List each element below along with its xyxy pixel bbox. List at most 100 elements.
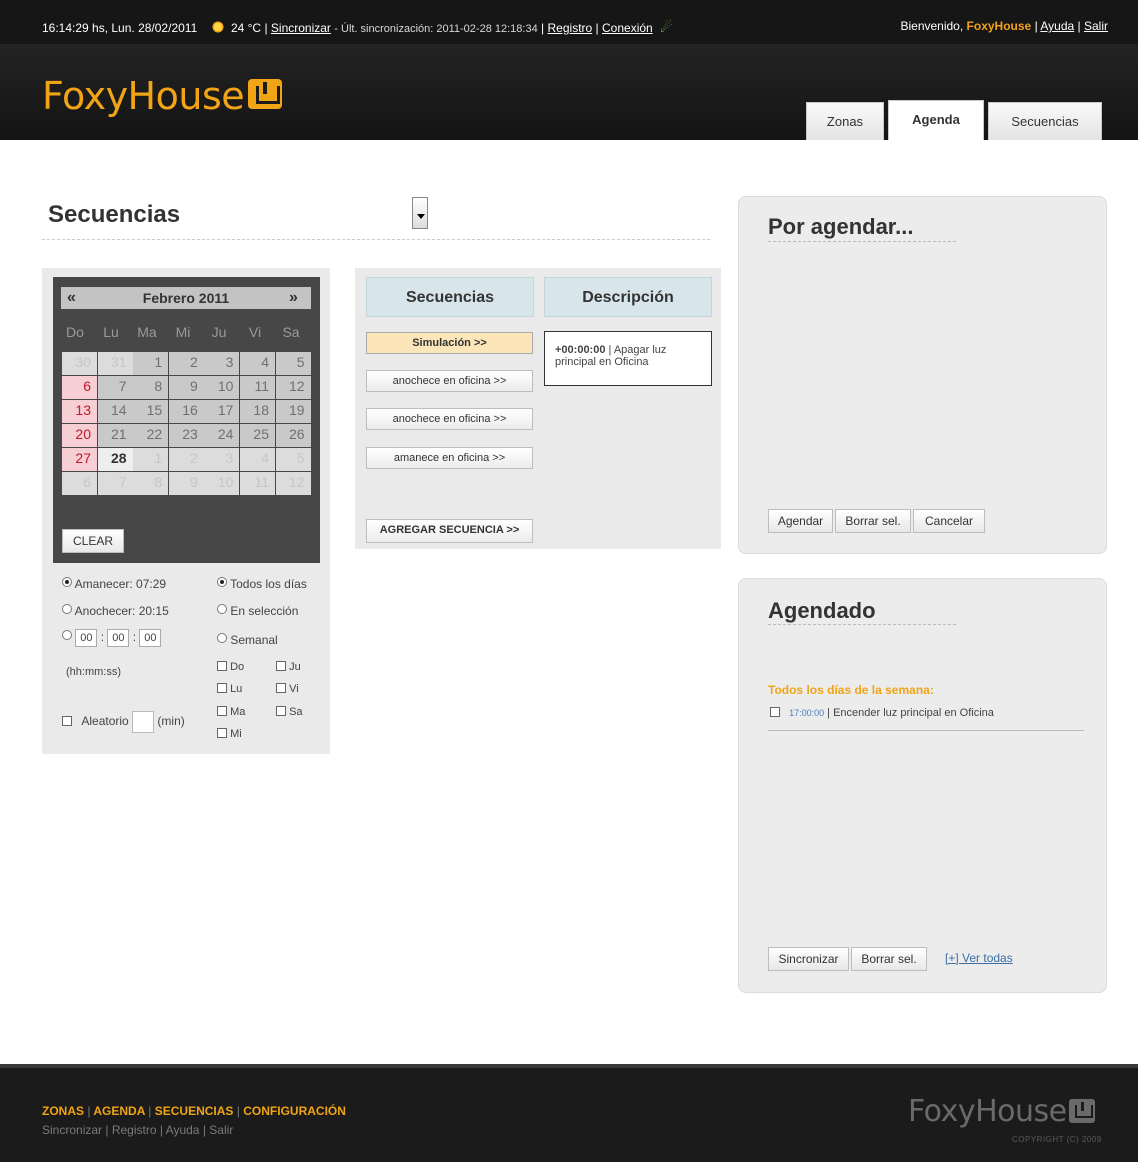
radio-icon[interactable] xyxy=(62,577,72,587)
calendar-day[interactable]: 16 xyxy=(168,400,204,423)
option-en-seleccion[interactable]: En selección xyxy=(217,604,298,618)
checkbox-icon[interactable] xyxy=(217,706,227,716)
option-amanecer[interactable]: Amanecer: 07:29 xyxy=(62,577,166,591)
sequence-anochece-1[interactable]: anochece en oficina >> xyxy=(366,370,533,392)
section-select[interactable]: Secuencias xyxy=(42,195,428,233)
calendar-day[interactable]: 19 xyxy=(275,400,311,423)
option-semanal[interactable]: Semanal xyxy=(217,633,278,647)
calendar-day[interactable]: 2 xyxy=(168,352,204,375)
calendar-day[interactable]: 28 xyxy=(97,448,133,471)
sequence-simulacion[interactable]: Simulación >> xyxy=(366,332,533,354)
option-custom-time[interactable]: 00 : 00 : 00 xyxy=(62,629,162,647)
option-aleatorio[interactable]: Aleatorio (min) xyxy=(62,711,185,733)
calendar-day[interactable]: 4 xyxy=(240,352,275,375)
calendar-day[interactable]: 12 xyxy=(275,472,311,495)
sincronizar-button[interactable]: Sincronizar xyxy=(768,947,849,971)
day-check-lu[interactable]: Lu xyxy=(217,683,242,695)
checkbox-icon[interactable] xyxy=(62,716,72,727)
radio-icon[interactable] xyxy=(62,630,72,641)
calendar-day[interactable]: 30 xyxy=(62,352,97,375)
next-month-icon[interactable]: » xyxy=(289,289,298,307)
option-todos-los-dias[interactable]: Todos los días xyxy=(217,577,307,591)
footer-link-secuencias[interactable]: SECUENCIAS xyxy=(155,1104,234,1118)
radio-icon[interactable] xyxy=(217,633,227,643)
calendar-day[interactable]: 1 xyxy=(133,352,169,375)
calendar-day[interactable]: 7 xyxy=(97,472,133,495)
tab-zonas[interactable]: Zonas xyxy=(806,102,884,140)
checkbox-icon[interactable] xyxy=(217,661,227,671)
calendar-day[interactable]: 13 xyxy=(62,400,97,423)
calendar-day[interactable]: 11 xyxy=(240,472,275,495)
calendar-day[interactable]: 26 xyxy=(275,424,311,447)
radio-icon[interactable] xyxy=(62,604,72,614)
day-check-vi[interactable]: Vi xyxy=(276,683,299,695)
option-anochecer[interactable]: Anochecer: 20:15 xyxy=(62,604,169,618)
calendar-day[interactable]: 27 xyxy=(62,448,97,471)
calendar-day[interactable]: 8 xyxy=(133,376,169,399)
calendar-day[interactable]: 5 xyxy=(275,352,311,375)
calendar-day[interactable]: 15 xyxy=(133,400,169,423)
footer-link-ayuda[interactable]: Ayuda xyxy=(166,1123,200,1137)
calendar-day[interactable]: 24 xyxy=(204,424,240,447)
footer-link-sincronizar[interactable]: Sincronizar xyxy=(42,1123,102,1137)
footer-link-registro[interactable]: Registro xyxy=(112,1123,157,1137)
tab-secuencias[interactable]: Secuencias xyxy=(988,102,1102,140)
checkbox-icon[interactable] xyxy=(770,707,780,717)
hours-field[interactable]: 00 xyxy=(75,629,98,647)
day-check-sa[interactable]: Sa xyxy=(276,706,303,718)
minutes-field[interactable]: 00 xyxy=(107,629,130,647)
calendar-day[interactable]: 1 xyxy=(133,448,169,471)
calendar-day[interactable]: 20 xyxy=(62,424,97,447)
calendar-day[interactable]: 6 xyxy=(62,472,97,495)
footer-link-agenda[interactable]: AGENDA xyxy=(93,1104,145,1118)
calendar-day[interactable]: 10 xyxy=(204,376,240,399)
checkbox-icon[interactable] xyxy=(276,661,286,671)
calendar-day[interactable]: 3 xyxy=(204,352,240,375)
calendar-day[interactable]: 3 xyxy=(204,448,240,471)
tab-agenda[interactable]: Agenda xyxy=(888,100,984,140)
sequence-anochece-2[interactable]: anochece en oficina >> xyxy=(366,408,533,430)
salir-link[interactable]: Salir xyxy=(1084,19,1108,33)
calendar-day[interactable]: 4 xyxy=(240,448,275,471)
calendar-day[interactable]: 12 xyxy=(275,376,311,399)
chevron-down-icon[interactable] xyxy=(412,197,428,229)
ayuda-link[interactable]: Ayuda xyxy=(1040,19,1074,33)
ver-todas-link[interactable]: [+] Ver todas xyxy=(945,951,1013,965)
footer-link-salir[interactable]: Salir xyxy=(209,1123,233,1137)
aleatorio-minutes-field[interactable] xyxy=(132,711,155,733)
conexion-link[interactable]: Conexión xyxy=(602,21,653,35)
calendar-day[interactable]: 5 xyxy=(275,448,311,471)
calendar-day[interactable]: 23 xyxy=(168,424,204,447)
calendar-day[interactable]: 17 xyxy=(204,400,240,423)
sync-link[interactable]: Sincronizar xyxy=(271,21,331,35)
calendar-day[interactable]: 7 xyxy=(97,376,133,399)
cancelar-button[interactable]: Cancelar xyxy=(913,509,985,533)
day-check-ma[interactable]: Ma xyxy=(217,706,245,718)
borrar-sel-button[interactable]: Borrar sel. xyxy=(835,509,911,533)
clear-button[interactable]: CLEAR xyxy=(62,529,124,553)
calendar-day[interactable]: 9 xyxy=(168,376,204,399)
calendar-day[interactable]: 22 xyxy=(133,424,169,447)
radio-icon[interactable] xyxy=(217,577,227,587)
checkbox-icon[interactable] xyxy=(217,683,227,693)
scheduled-item[interactable]: 17:00:00 | Encender luz principal en Ofi… xyxy=(770,707,994,719)
seconds-field[interactable]: 00 xyxy=(139,629,162,647)
add-sequence-button[interactable]: AGREGAR SECUENCIA >> xyxy=(366,519,533,543)
calendar-day[interactable]: 2 xyxy=(168,448,204,471)
footer-link-configuracion[interactable]: CONFIGURACIÓN xyxy=(243,1104,346,1118)
agendar-button[interactable]: Agendar xyxy=(768,509,833,533)
footer-link-zonas[interactable]: ZONAS xyxy=(42,1104,84,1118)
calendar-day[interactable]: 18 xyxy=(240,400,275,423)
day-check-mi[interactable]: Mi xyxy=(217,728,242,740)
day-check-ju[interactable]: Ju xyxy=(276,661,301,673)
calendar-day[interactable]: 25 xyxy=(240,424,275,447)
radio-icon[interactable] xyxy=(217,604,227,614)
calendar-day[interactable]: 8 xyxy=(133,472,169,495)
calendar-day[interactable]: 6 xyxy=(62,376,97,399)
calendar-day[interactable]: 14 xyxy=(97,400,133,423)
registro-link[interactable]: Registro xyxy=(548,21,593,35)
calendar-day[interactable]: 10 xyxy=(204,472,240,495)
checkbox-icon[interactable] xyxy=(217,728,227,738)
checkbox-icon[interactable] xyxy=(276,706,286,716)
calendar-day[interactable]: 9 xyxy=(168,472,204,495)
